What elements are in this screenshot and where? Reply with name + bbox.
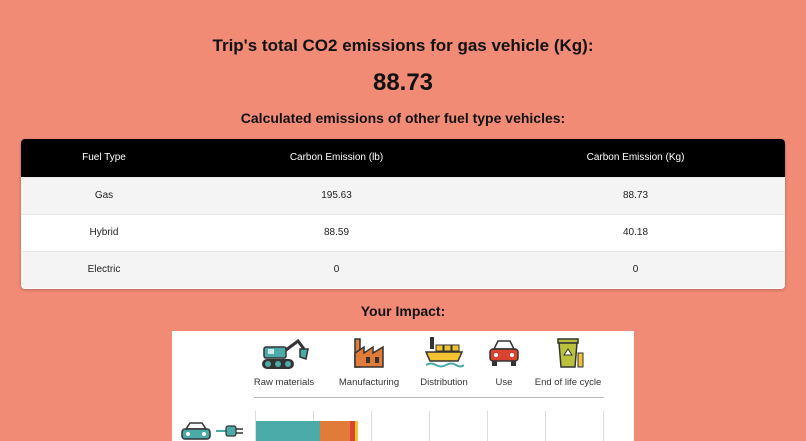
emissions-table: Fuel Type Carbon Emission (lb) Carbon Em…	[21, 139, 785, 289]
stage-use: Use	[488, 335, 520, 388]
stage-end-of-life: End of life cycle	[535, 335, 601, 388]
grid-line	[487, 411, 488, 441]
comparison-subtitle: Calculated emissions of other fuel type …	[240, 110, 566, 126]
table-header-row: Fuel Type Carbon Emission (lb) Carbon Em…	[21, 139, 785, 177]
stage-label: Manufacturing	[338, 377, 400, 388]
impact-infographic: Raw materials Manufacturing Distribution…	[172, 331, 634, 441]
car-icon	[489, 340, 519, 366]
impact-title: Your Impact:	[360, 303, 446, 319]
cell-emission-kg: 88.73	[486, 176, 785, 214]
table-row: Electric 0 0	[21, 250, 785, 288]
impact-bar-manufacturing	[320, 421, 350, 441]
car-icon	[181, 422, 211, 440]
ev-plug-icon	[216, 425, 243, 437]
stage-label: End of life cycle	[534, 377, 602, 388]
cell-fuel-type: Gas	[21, 176, 187, 214]
emissions-title: Trip's total CO2 emissions for gas vehic…	[212, 36, 594, 55]
stage-distribution: Distribution	[420, 335, 468, 388]
cell-fuel-type: Electric	[21, 250, 187, 288]
column-header-emission-kg: Carbon Emission (Kg)	[486, 139, 785, 177]
total-emissions-value: 88.73	[372, 69, 434, 96]
impact-bar-end-of-life	[355, 421, 358, 441]
grid-line	[371, 411, 372, 441]
cell-emission-kg: 40.18	[486, 213, 785, 251]
cell-emission-lb: 88.59	[187, 213, 486, 251]
cargo-ship-icon	[424, 337, 464, 368]
factory-icon	[354, 338, 384, 368]
grid-line	[429, 411, 430, 441]
stage-raw-materials: Raw materials	[254, 335, 314, 388]
stage-label: Distribution	[420, 377, 468, 388]
grid-line	[603, 411, 604, 441]
impact-bar-raw-materials	[256, 421, 320, 441]
stage-manufacturing: Manufacturing	[339, 335, 399, 388]
grid-line	[545, 411, 546, 441]
stage-label: Use	[495, 377, 513, 388]
column-header-emission-lb: Carbon Emission (lb)	[187, 139, 486, 177]
table-row: Hybrid 88.59 40.18	[21, 213, 785, 251]
cell-fuel-type: Hybrid	[21, 213, 187, 251]
stage-label: Raw materials	[253, 377, 315, 388]
cell-emission-lb: 0	[187, 250, 486, 288]
excavator-icon	[262, 338, 309, 369]
cell-emission-lb: 195.63	[187, 176, 486, 214]
column-header-fuel-type: Fuel Type	[21, 139, 187, 177]
cell-emission-kg: 0	[486, 250, 785, 288]
recycle-bin-icon	[557, 338, 584, 368]
divider	[254, 397, 604, 398]
table-row: Gas 195.63 88.73	[21, 176, 785, 214]
